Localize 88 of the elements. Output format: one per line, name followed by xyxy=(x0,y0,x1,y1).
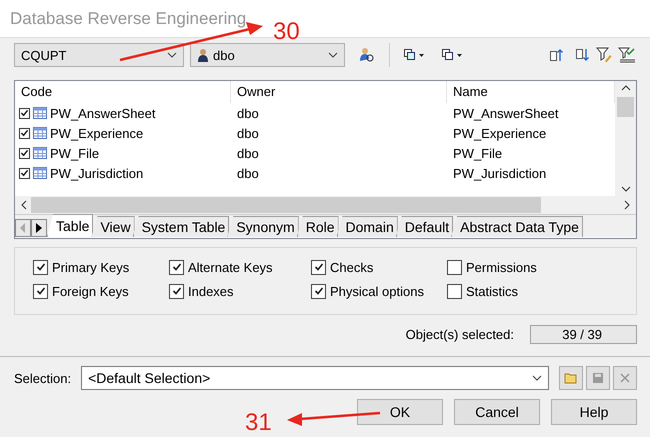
checkbox-label: Indexes xyxy=(188,284,234,298)
vertical-scrollbar[interactable] xyxy=(615,81,636,196)
table-cell-text: dbo xyxy=(236,126,260,140)
table-cell: PW_AnswerSheet xyxy=(50,106,156,120)
checkmark-icon xyxy=(314,262,324,272)
checkbox[interactable] xyxy=(33,260,48,274)
checkmark-icon xyxy=(172,262,182,272)
chevron-down-icon[interactable] xyxy=(620,186,630,192)
checkbox[interactable] xyxy=(19,108,30,118)
checkbox-label: Alternate Keys xyxy=(188,260,273,274)
table-cell-text: PW_AnswerSheet xyxy=(452,106,560,120)
dialog-button[interactable]: Help xyxy=(551,399,637,425)
filter-check-icon[interactable] xyxy=(618,47,636,63)
table-cell-text: PW_Experience xyxy=(452,126,548,140)
selection-dropdown[interactable]: <Default Selection> xyxy=(81,366,549,390)
select-all-icon[interactable] xyxy=(404,49,426,61)
objects-selected-count: 39 / 39 xyxy=(530,325,637,344)
filter-edit-icon[interactable] xyxy=(596,47,612,63)
sort-up-icon[interactable] xyxy=(550,48,564,62)
folder-icon xyxy=(564,372,578,384)
tab[interactable]: Default xyxy=(396,216,454,237)
sort-down-icon[interactable] xyxy=(576,48,590,62)
checkbox-label: Checks xyxy=(330,260,374,274)
checkbox-label: Permissions xyxy=(466,260,537,274)
close-icon xyxy=(619,372,631,384)
selection-label: Selection: xyxy=(14,370,72,386)
deselect-all-icon[interactable] xyxy=(442,49,464,61)
checkbox[interactable] xyxy=(169,260,184,274)
chevron-down-icon xyxy=(532,375,542,381)
triangle-right-icon xyxy=(36,223,42,233)
checkbox[interactable] xyxy=(311,260,326,274)
checkbox-label: Physical options xyxy=(330,284,424,298)
objects-selected-label: Object(s) selected: xyxy=(406,327,514,342)
dialog-button[interactable]: Cancel xyxy=(454,399,540,425)
owner-dropdown[interactable]: dbo xyxy=(190,43,345,67)
checkbox[interactable] xyxy=(19,128,30,138)
checkmark-icon xyxy=(36,262,46,272)
column-header[interactable]: Code xyxy=(15,81,231,103)
chevron-left-icon[interactable] xyxy=(21,200,27,210)
table-icon xyxy=(33,147,47,159)
annotation-number: 30 xyxy=(273,20,300,44)
checkbox[interactable] xyxy=(169,284,184,298)
tab[interactable]: Abstract Data Type xyxy=(451,216,583,237)
chevron-up-icon[interactable] xyxy=(620,85,630,91)
checkmark-icon xyxy=(36,286,46,296)
checkbox-label: Foreign Keys xyxy=(52,284,129,298)
tab[interactable]: Table xyxy=(47,214,94,237)
column-header[interactable]: Owner xyxy=(231,81,447,103)
table-icon xyxy=(33,107,47,119)
table-cell-text: dbo xyxy=(236,166,260,180)
checkbox-label: Statistics xyxy=(466,284,518,298)
checkbox[interactable] xyxy=(19,148,30,158)
dialog-button[interactable]: OK xyxy=(357,399,443,425)
triangle-left-icon xyxy=(20,223,26,233)
tab[interactable]: System Table xyxy=(132,216,230,237)
table-icon xyxy=(33,127,47,139)
table-cell-text: dbo xyxy=(236,146,260,160)
checkbox[interactable] xyxy=(19,168,30,178)
checkbox[interactable] xyxy=(447,260,462,274)
user-search-icon[interactable] xyxy=(359,47,375,63)
table-cell-text: PW_Jurisdiction xyxy=(452,166,548,180)
table-cell-text: PW_File xyxy=(452,146,504,160)
chevron-down-icon xyxy=(328,52,338,58)
checkmark-icon xyxy=(314,286,324,296)
chevron-down-icon xyxy=(167,52,177,58)
annotation-number: 31 xyxy=(245,411,272,435)
horizontal-scrollbar[interactable] xyxy=(15,196,636,214)
table-cell: PW_Experience xyxy=(50,126,144,140)
checkbox[interactable] xyxy=(33,284,48,298)
table-cell-text: dbo xyxy=(236,106,260,120)
tab[interactable]: Domain xyxy=(336,216,398,237)
open-folder-button[interactable] xyxy=(559,366,583,390)
checkbox-label: Primary Keys xyxy=(52,260,130,274)
checkbox[interactable] xyxy=(311,284,326,298)
table-icon xyxy=(33,167,47,179)
scrollbar-thumb[interactable] xyxy=(31,197,541,213)
user-icon xyxy=(197,48,209,62)
table-cell: PW_Jurisdiction xyxy=(50,166,144,180)
table-cell: PW_File xyxy=(50,146,100,160)
checkmark-icon xyxy=(172,286,182,296)
scrollbar-thumb[interactable] xyxy=(617,97,634,117)
database-dropdown[interactable]: CQUPT xyxy=(14,43,184,67)
checkbox[interactable] xyxy=(447,284,462,298)
tab[interactable]: View xyxy=(91,216,135,237)
scroll-right-button[interactable] xyxy=(31,219,47,237)
tab[interactable]: Synonym xyxy=(227,216,299,237)
chevron-right-icon[interactable] xyxy=(624,200,630,210)
tab[interactable]: Role xyxy=(296,216,338,237)
